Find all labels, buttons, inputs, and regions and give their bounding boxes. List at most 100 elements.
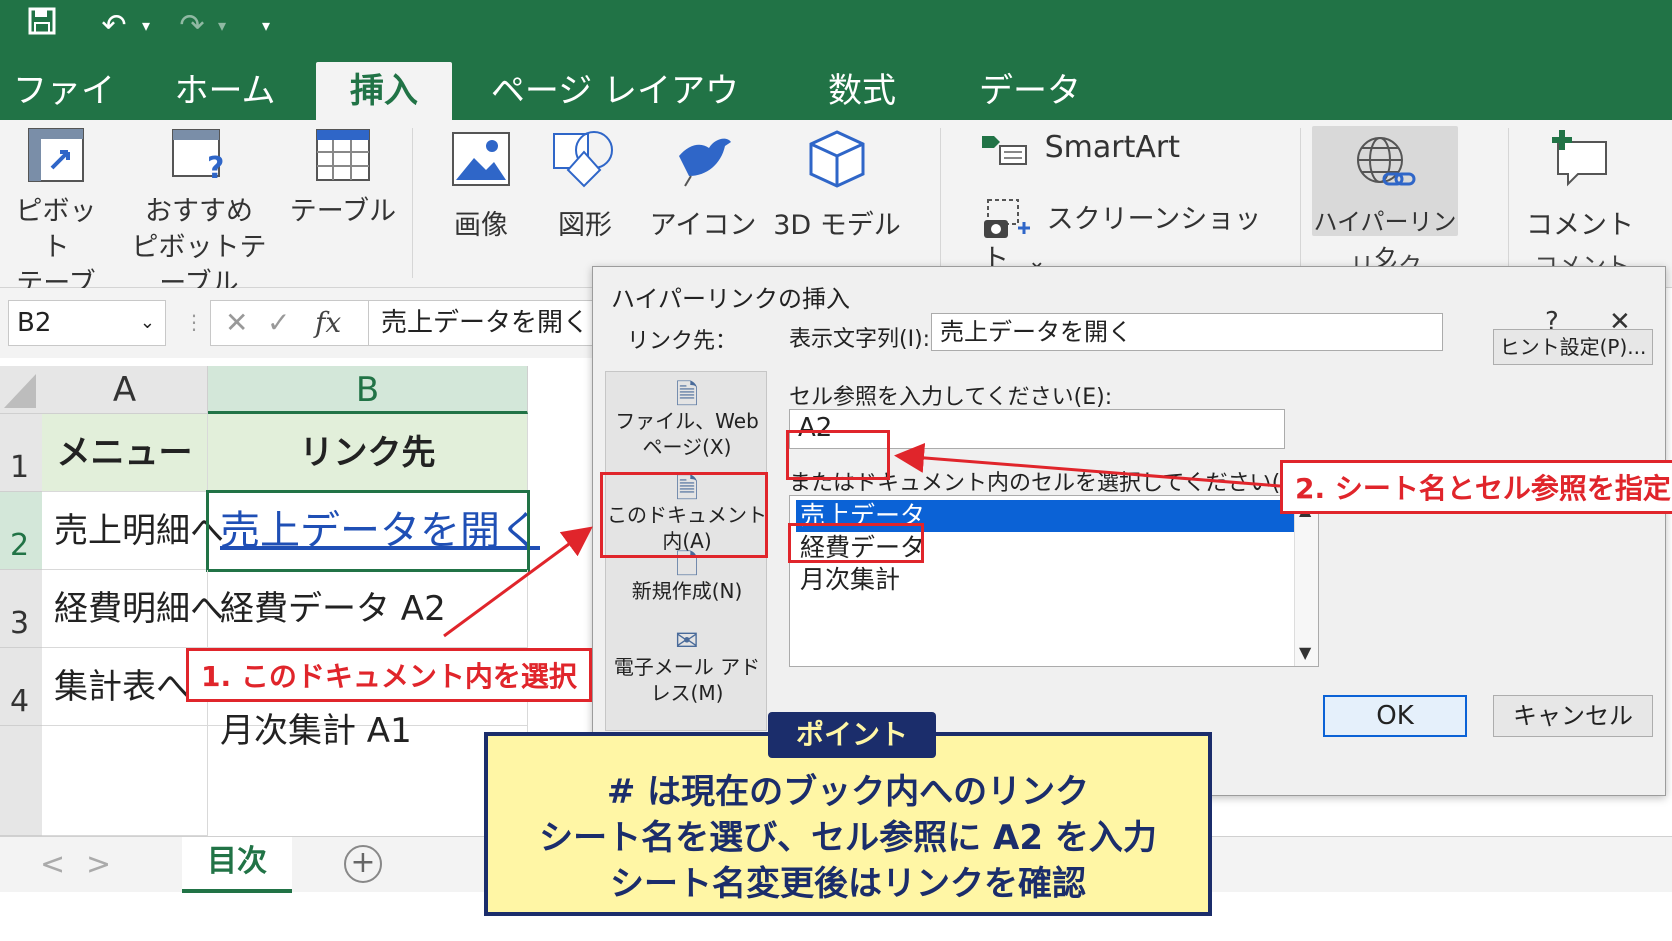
link-to-file-web-label-2: ページ(X)	[642, 435, 732, 459]
scroll-down-icon[interactable]: ▼	[1299, 643, 1311, 662]
insert-function-icon[interactable]: fx	[315, 301, 341, 345]
ok-button[interactable]: OK	[1323, 695, 1467, 737]
column-header-b[interactable]: B	[208, 366, 528, 414]
name-box-value: B2	[17, 308, 52, 338]
formula-bar: B2 ⌄ ⋮ ✕ ✓ fx 売上データを開く	[0, 288, 600, 358]
smartart-label: SmartArt	[1044, 130, 1180, 165]
recommended-pivot-label-1: おすすめ	[145, 196, 253, 227]
highlight-this-document	[600, 472, 768, 558]
point-note: # は現在のブック内へのリンク シート名を選び、セル参照に A2 を入力 シート…	[484, 732, 1212, 916]
ribbon-separator	[1300, 128, 1301, 278]
link-to-file-web-label-1: ファイル、Web	[615, 409, 759, 433]
selected-cell-border	[206, 490, 530, 572]
link-to-email[interactable]: ✉ 電子メール アドレス(M)	[606, 624, 768, 706]
row-header-1[interactable]: 1	[0, 414, 42, 492]
name-box[interactable]: B2 ⌄	[8, 300, 166, 346]
link-to-file-web[interactable]: 🗎 ファイル、Web ページ(X)	[606, 378, 768, 460]
icons-label: アイコン	[649, 210, 757, 241]
tab-insert[interactable]: 挿入	[316, 62, 452, 120]
step2-callout: 2. シート名とセル参照を指定	[1280, 460, 1672, 514]
add-sheet-icon[interactable]: +	[344, 845, 382, 883]
redo-dropdown-icon[interactable]: ▾	[212, 6, 232, 46]
cell-a2[interactable]: 売上明細へ	[42, 492, 224, 570]
sheet-tab-index[interactable]: 目次	[182, 837, 292, 893]
cell-a4[interactable]: 集計表へ	[42, 648, 208, 726]
icons-button[interactable]: アイコン	[648, 130, 758, 244]
cancel-button[interactable]: キャンセル	[1493, 695, 1653, 737]
web-file-icon: 🗎	[675, 378, 699, 411]
confirm-entry-icon[interactable]: ✓	[267, 301, 290, 345]
cell-a5[interactable]	[42, 726, 208, 836]
column-header-a[interactable]: A	[42, 366, 208, 414]
save-icon[interactable]	[22, 6, 62, 46]
formula-controls: ✕ ✓ fx	[210, 300, 370, 346]
comment-icon	[1552, 130, 1607, 187]
tab-data[interactable]: データ	[966, 62, 1094, 120]
display-text-label: 表示文字列(I):	[789, 327, 931, 352]
ribbon-separator	[412, 128, 413, 278]
table-button[interactable]: テーブル	[288, 126, 398, 230]
title-bar: ↶ ▾ ↷ ▾ ▾ ファイル ホーム 挿入 ページ レイアウト 数式 データ	[0, 0, 1672, 169]
cancel-entry-icon[interactable]: ✕	[225, 301, 248, 345]
listbox-scrollbar[interactable]: ▲ ▼	[1294, 496, 1318, 666]
highlight-cell-reference	[786, 430, 890, 480]
table-label: テーブル	[289, 196, 397, 227]
cube-icon	[809, 130, 865, 188]
bird-icon	[679, 138, 731, 187]
cell-reference-label: セル参照を入力してください(E):	[789, 385, 1113, 410]
point-line-2: シート名を選び、セル参照に A2 を入力	[539, 818, 1157, 858]
table-icon	[316, 129, 370, 181]
customize-icon[interactable]: ▾	[254, 6, 278, 46]
tab-page-layout[interactable]: ページ レイアウト	[490, 62, 740, 169]
row-header-5[interactable]	[0, 726, 42, 836]
smartart-icon	[982, 135, 1027, 165]
undo-icon[interactable]: ↶	[94, 6, 134, 46]
row-header-2[interactable]: 2	[0, 492, 42, 570]
point-line-3: シート名変更後はリンクを確認	[610, 864, 1086, 904]
ribbon: ピボット テーブル ? おすすめ ピボットテーブル テーブル 画像 図形 アイコ…	[0, 120, 1672, 335]
mail-icon: ✉	[675, 624, 699, 657]
shapes-icon	[553, 131, 613, 188]
point-line-1: # は現在のブック内へのリンク	[606, 772, 1090, 812]
svg-text:?: ?	[207, 151, 224, 184]
link-to-new-document[interactable]: 🗋 新規作成(N)	[606, 551, 768, 604]
redo-icon[interactable]: ↷	[172, 6, 212, 46]
shapes-label: 図形	[558, 210, 612, 241]
globe-link-icon	[1357, 137, 1416, 186]
cell-b3[interactable]: 経費データ A2	[208, 570, 528, 648]
formula-bar-grip-icon: ⋮	[184, 310, 204, 334]
3d-model-label: 3D モデル	[773, 210, 901, 241]
cell-a1[interactable]: メニュー	[42, 414, 208, 492]
tab-home[interactable]: ホーム	[160, 62, 290, 120]
highlight-sales-sheet	[788, 523, 924, 563]
undo-dropdown-icon[interactable]: ▾	[136, 6, 156, 46]
cell-b1[interactable]: リンク先	[208, 414, 528, 492]
row-header-4[interactable]: 4	[0, 648, 42, 726]
select-all-corner[interactable]	[0, 366, 42, 414]
display-text-input[interactable]: 売上データを開く	[931, 313, 1443, 351]
sheet-next-icon[interactable]: >	[86, 847, 111, 882]
place-listbox[interactable]: 売上データ 経費データ 月次集計 ▲ ▼	[789, 495, 1319, 667]
recommended-pivot-button[interactable]: ? おすすめ ピボットテーブル	[122, 126, 276, 302]
recommended-pivot-icon: ?	[172, 129, 224, 186]
screen-tip-button[interactable]: ヒント設定(P)...	[1493, 329, 1653, 365]
3d-model-button[interactable]: 3D モデル	[770, 128, 904, 244]
tab-formulas[interactable]: 数式	[800, 62, 924, 120]
tab-file[interactable]: ファイル	[0, 62, 128, 169]
shapes-button[interactable]: 図形	[540, 130, 630, 244]
hyperlink-button[interactable]: ハイパーリンク	[1312, 126, 1458, 272]
smartart-button[interactable]: SmartArt	[980, 130, 1200, 168]
ribbon-separator	[940, 128, 941, 278]
row-header-3[interactable]: 3	[0, 570, 42, 648]
comment-button[interactable]: コメント	[1520, 128, 1640, 244]
pivot-table-label-1: ピボット	[15, 196, 97, 263]
image-icon	[452, 132, 510, 186]
pivot-table-icon	[28, 128, 84, 182]
sheet-prev-icon[interactable]: <	[40, 847, 65, 882]
formula-input[interactable]: 売上データを開く	[368, 300, 600, 346]
cell-a3[interactable]: 経費明細へ	[42, 570, 224, 648]
place-item-monthly[interactable]: 月次集計	[796, 564, 1296, 596]
link-to-new-document-label: 新規作成(N)	[631, 579, 743, 603]
image-button[interactable]: 画像	[436, 130, 526, 244]
name-box-dropdown-icon[interactable]: ⌄	[140, 301, 155, 345]
